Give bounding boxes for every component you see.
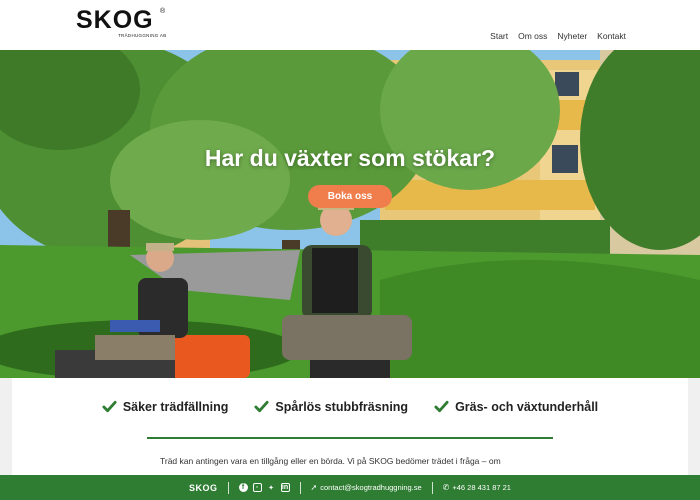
logo-subtitle: TRÄDHUGGNING AB — [118, 33, 167, 38]
hero-title: Har du växter som stökar? — [204, 145, 496, 171]
email-link[interactable]: ➚ contact@skogtradhuggning.se — [311, 483, 422, 492]
nav-item-start[interactable]: Start — [490, 31, 508, 41]
main-nav: Start Om oss Nyheter Kontakt — [490, 31, 626, 41]
footer-logo[interactable]: SKOG — [189, 483, 218, 493]
linkedin-icon[interactable]: in — [280, 483, 290, 492]
nav-item-kontakt[interactable]: Kontakt — [597, 31, 626, 41]
email-text: contact@skogtradhuggning.se — [320, 483, 422, 492]
site-header: SKOG ® TRÄDHUGGNING AB Start Om oss Nyhe… — [0, 0, 700, 50]
social-links: f ◦ ✦ in — [238, 483, 290, 492]
nav-item-nyheter[interactable]: Nyheter — [557, 31, 587, 41]
instagram-icon[interactable]: ◦ — [252, 483, 262, 492]
hero-photo — [0, 50, 700, 378]
paper-plane-icon: ➚ — [310, 483, 318, 492]
logo-word: SKOG — [76, 6, 154, 34]
book-us-button[interactable]: Boka oss — [308, 185, 392, 208]
feature-item: Gräs- och växtunderhåll — [434, 399, 598, 414]
footer-divider — [299, 481, 301, 494]
feature-item: Spårlös stubbfräsning — [254, 399, 408, 414]
footer-divider — [431, 481, 433, 494]
facebook-icon[interactable]: f — [238, 483, 248, 492]
feature-label: Gräs- och växtunderhåll — [455, 399, 599, 414]
feature-label: Spårlös stubbfräsning — [275, 399, 409, 414]
registered-mark: ® — [160, 8, 166, 15]
check-icon — [434, 400, 449, 413]
check-icon — [254, 400, 269, 413]
check-icon — [102, 400, 117, 413]
phone-link[interactable]: ✆ +46 28 431 87 21 — [443, 483, 511, 492]
section-divider — [147, 437, 553, 439]
feature-label: Säker trädfällning — [122, 399, 229, 414]
phone-text: +46 28 431 87 21 — [452, 483, 511, 492]
contact-bar: SKOG f ◦ ✦ in ➚ contact@skogtradhuggning… — [0, 475, 700, 500]
hero-section: Har du växter som stökar? Boka oss — [0, 50, 700, 378]
intro-text: Träd kan antingen vara en tillgång eller… — [160, 456, 501, 466]
skog-logo[interactable]: SKOG ® TRÄDHUGGNING AB — [76, 7, 166, 41]
twitter-icon[interactable]: ✦ — [267, 483, 276, 492]
phone-icon: ✆ — [442, 483, 450, 492]
nav-item-om-oss[interactable]: Om oss — [518, 31, 547, 41]
feature-item: Säker trädfällning — [102, 399, 229, 414]
features-section: Säker trädfällning Spårlös stubbfräsning… — [0, 378, 700, 478]
footer-divider — [227, 481, 229, 494]
feature-list: Säker trädfällning Spårlös stubbfräsning… — [12, 399, 688, 414]
